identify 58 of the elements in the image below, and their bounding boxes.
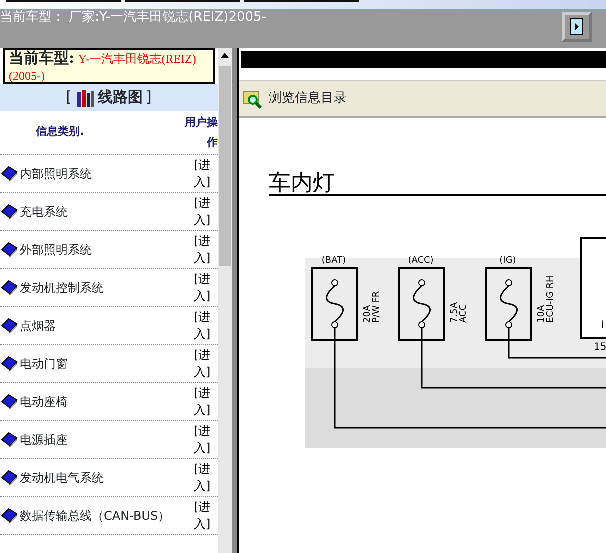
scrollbar-thumb[interactable]: [219, 66, 231, 266]
category-name: 充电系统: [20, 204, 68, 220]
column-header: 用户操作: [184, 115, 218, 151]
fuse-circuit: ACC: [459, 304, 469, 323]
bracket-text: [: [66, 87, 72, 108]
book-icon: [1, 470, 18, 485]
source-label: (BAT): [322, 256, 346, 266]
book-icon: [1, 204, 18, 219]
book-icon: [1, 318, 18, 333]
book-icon: [1, 394, 18, 409]
book-icon: [1, 166, 18, 181]
book-icon: [1, 432, 18, 447]
enter-link[interactable]: [进入]: [194, 308, 216, 342]
category-name: 电动门窗: [20, 356, 68, 372]
enter-link[interactable]: [进入]: [194, 384, 216, 418]
diagram-title: 车内灯: [269, 171, 335, 196]
enter-link[interactable]: [进入]: [194, 346, 216, 380]
bracket-text: ]: [146, 87, 152, 108]
book-icon: [1, 280, 18, 295]
category-name: 内部照明系统: [20, 166, 92, 182]
exit-button[interactable]: [562, 12, 592, 42]
book-icon: [1, 508, 18, 523]
category-name: 电动座椅: [20, 394, 68, 410]
enter-link[interactable]: [进入]: [194, 498, 216, 532]
source-label: (ACC): [408, 256, 434, 266]
enter-link[interactable]: [进入]: [194, 194, 216, 228]
folder-search-icon: [243, 88, 263, 108]
fuse-rating: 20A: [363, 305, 373, 323]
book-icon: [1, 242, 18, 257]
column-header: 信息类别.: [36, 124, 84, 140]
fuse-rating: 10A: [537, 305, 547, 323]
category-name: 发动机控制系统: [20, 280, 104, 296]
model-value: Y-一汽丰田锐志(REIZ): [78, 52, 196, 66]
category-name: 数据传输总线（CAN-BUS）: [20, 508, 170, 524]
fuse-rating: 7.5A: [450, 302, 460, 323]
browse-catalog-link[interactable]: 浏览信息目录: [269, 88, 347, 108]
scroll-up-icon[interactable]: [221, 52, 229, 58]
enter-link[interactable]: [进入]: [194, 270, 216, 304]
category-name: 外部照明系统: [20, 242, 92, 258]
category-name: 发动机电气系统: [20, 470, 104, 486]
enter-link[interactable]: [进入]: [194, 422, 216, 456]
book-icon: [1, 356, 18, 371]
enter-link[interactable]: [进入]: [194, 460, 216, 494]
fuse-circuit: P/W FR: [372, 291, 382, 323]
books-icon: [75, 88, 95, 108]
pin-label: 15: [594, 342, 606, 353]
category-name: 点烟器: [20, 318, 56, 334]
model-year: (2005-): [9, 69, 45, 83]
source-label: (IG): [500, 256, 516, 266]
enter-link[interactable]: [进入]: [194, 232, 216, 266]
category-name: 电源插座: [20, 432, 68, 448]
fuse-circuit: ECU-IG RH: [546, 276, 556, 323]
exit-icon: [570, 18, 584, 36]
box-label: I: [601, 320, 604, 331]
section-title: 线路图: [98, 87, 143, 108]
model-label: 当前车型:: [9, 49, 75, 67]
current-model-text: 当前车型： 厂家:Y-一汽丰田锐志(REIZ)2005-: [0, 10, 267, 27]
enter-link[interactable]: [进入]: [194, 156, 216, 190]
